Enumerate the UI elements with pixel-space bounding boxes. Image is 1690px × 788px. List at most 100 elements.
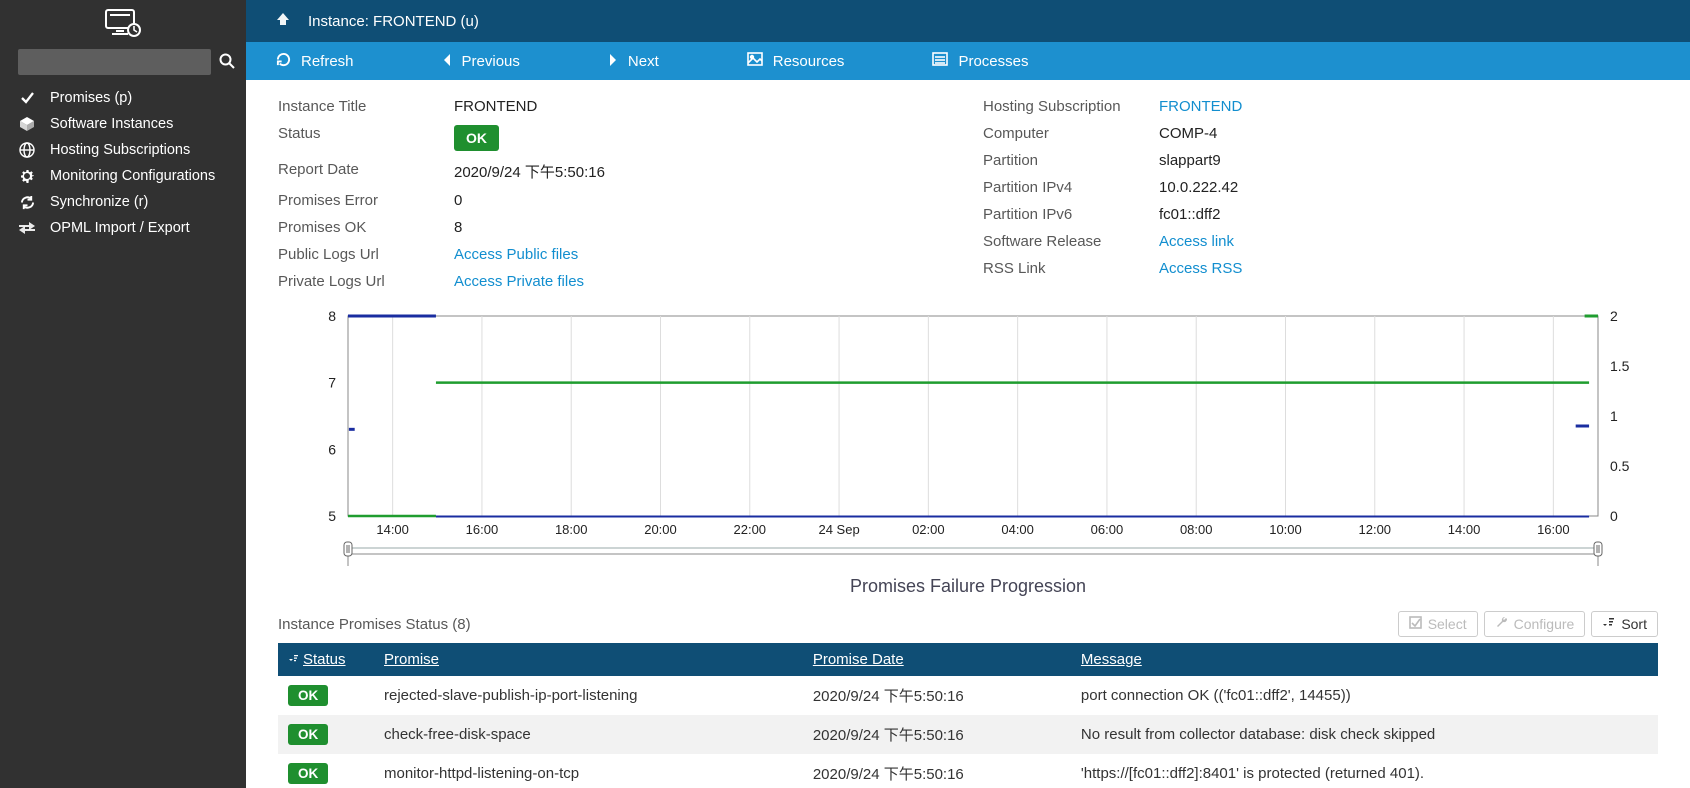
sidebar-item-label: Software Instances bbox=[50, 116, 173, 132]
info-link[interactable]: Access Private files bbox=[454, 273, 584, 290]
info-label: Partition IPv4 bbox=[983, 179, 1159, 196]
info-row: Partitionslappart9 bbox=[983, 152, 1658, 169]
info-label: Status bbox=[278, 125, 454, 151]
previous-button[interactable]: Previous bbox=[442, 53, 520, 70]
info-label: Software Release bbox=[983, 233, 1159, 250]
status-badge: OK bbox=[288, 685, 328, 706]
info-label: Instance Title bbox=[278, 98, 454, 115]
col-message[interactable]: Message bbox=[1071, 643, 1658, 676]
refresh-icon bbox=[276, 52, 291, 71]
cell-date: 2020/9/24 下午5:50:16 bbox=[803, 754, 1071, 788]
info-link[interactable]: Access link bbox=[1159, 233, 1234, 250]
info-row: Partition IPv410.0.222.42 bbox=[983, 179, 1658, 196]
cell-promise: check-free-disk-space bbox=[374, 715, 803, 754]
status-badge: OK bbox=[288, 763, 328, 784]
svg-text:18:00: 18:00 bbox=[555, 522, 588, 537]
info-value: fc01::dff2 bbox=[1159, 206, 1220, 223]
sync-icon bbox=[18, 195, 36, 210]
info-label: Promises OK bbox=[278, 219, 454, 236]
checkbox-icon bbox=[1409, 616, 1422, 632]
info-value: 8 bbox=[454, 219, 462, 236]
up-icon[interactable] bbox=[276, 12, 290, 30]
search-input[interactable] bbox=[18, 49, 211, 75]
sort-asc-icon bbox=[288, 651, 299, 668]
info-label: Report Date bbox=[278, 161, 454, 182]
info-link[interactable]: Access Public files bbox=[454, 246, 578, 263]
sidebar-item-label: Hosting Subscriptions bbox=[50, 142, 190, 158]
table-row[interactable]: OKcheck-free-disk-space2020/9/24 下午5:50:… bbox=[278, 715, 1658, 754]
col-promise[interactable]: Promise bbox=[374, 643, 803, 676]
svg-text:14:00: 14:00 bbox=[376, 522, 409, 537]
info-link[interactable]: FRONTEND bbox=[1159, 98, 1242, 115]
main: Instance: FRONTEND (u) Refresh Previous … bbox=[246, 0, 1690, 788]
svg-text:1.5: 1.5 bbox=[1610, 358, 1630, 374]
sort-button[interactable]: Sort bbox=[1591, 611, 1658, 637]
promises-chart: 14:0016:0018:0020:0022:0024 Sep02:0004:0… bbox=[278, 306, 1658, 597]
svg-text:02:00: 02:00 bbox=[912, 522, 945, 537]
info-row: ComputerCOMP-4 bbox=[983, 125, 1658, 142]
svg-text:1: 1 bbox=[1610, 408, 1618, 424]
info-value: slappart9 bbox=[1159, 152, 1221, 169]
info-value: 0 bbox=[454, 192, 462, 209]
info-row: Promises OK8 bbox=[278, 219, 953, 236]
info-row: Report Date2020/9/24 下午5:50:16 bbox=[278, 161, 953, 182]
sidebar-item-opml-import-export[interactable]: OPML Import / Export bbox=[0, 215, 246, 241]
svg-text:16:00: 16:00 bbox=[1537, 522, 1570, 537]
info-row: Public Logs UrlAccess Public files bbox=[278, 246, 953, 263]
col-promise-date[interactable]: Promise Date bbox=[803, 643, 1071, 676]
info-right: Hosting SubscriptionFRONTEND ComputerCOMP… bbox=[983, 98, 1658, 300]
info-label: Promises Error bbox=[278, 192, 454, 209]
configure-button[interactable]: Configure bbox=[1484, 611, 1586, 637]
info-row: Software ReleaseAccess link bbox=[983, 233, 1658, 250]
promises-table: StatusPromisePromise DateMessage OK rejec… bbox=[278, 643, 1658, 788]
svg-text:0.5: 0.5 bbox=[1610, 458, 1630, 474]
swap-icon bbox=[18, 221, 36, 235]
info-row: Partition IPv6fc01::dff2 bbox=[983, 206, 1658, 223]
sidebar-item-synchronize-r[interactable]: Synchronize (r) bbox=[0, 189, 246, 215]
info-label: Partition IPv6 bbox=[983, 206, 1159, 223]
svg-text:20:00: 20:00 bbox=[644, 522, 677, 537]
status-badge: OK bbox=[454, 125, 499, 151]
resources-button[interactable]: Resources bbox=[747, 52, 845, 70]
chart-title: Promises Failure Progression bbox=[278, 576, 1658, 597]
svg-text:2: 2 bbox=[1610, 308, 1618, 324]
svg-text:0: 0 bbox=[1610, 508, 1618, 524]
info-row: RSS LinkAccess RSS bbox=[983, 260, 1658, 277]
svg-text:16:00: 16:00 bbox=[466, 522, 499, 537]
cube-icon bbox=[18, 116, 36, 132]
info-value: COMP-4 bbox=[1159, 125, 1217, 142]
cell-message: 'https://[fc01::dff2]:8401' is protected… bbox=[1071, 754, 1658, 788]
next-button[interactable]: Next bbox=[608, 53, 659, 70]
info-label: RSS Link bbox=[983, 260, 1159, 277]
caret-left-icon bbox=[442, 53, 452, 70]
cell-promise: monitor-httpd-listening-on-tcp bbox=[374, 754, 803, 788]
svg-text:7: 7 bbox=[328, 375, 336, 391]
processes-button[interactable]: Processes bbox=[932, 52, 1028, 70]
info-link[interactable]: Access RSS bbox=[1159, 260, 1242, 277]
sidebar-item-hosting-subscriptions[interactable]: Hosting Subscriptions bbox=[0, 137, 246, 163]
info-label: Partition bbox=[983, 152, 1159, 169]
col-status[interactable]: Status bbox=[278, 643, 374, 676]
info-value: 2020/9/24 下午5:50:16 bbox=[454, 164, 605, 181]
info-row: StatusOK bbox=[278, 125, 953, 151]
sidebar-item-software-instances[interactable]: Software Instances bbox=[0, 111, 246, 137]
cell-promise: rejected-slave-publish-ip-port-listening bbox=[374, 676, 803, 715]
info-left: Instance TitleFRONTENDStatusOKReport Dat… bbox=[278, 98, 953, 300]
breadcrumb: Instance: FRONTEND (u) bbox=[246, 0, 1690, 42]
table-row[interactable]: OK rejected-slave-publish-ip-port-listeni… bbox=[278, 676, 1658, 715]
refresh-button[interactable]: Refresh bbox=[276, 52, 354, 71]
search-icon[interactable] bbox=[219, 53, 235, 72]
caret-right-icon bbox=[608, 53, 618, 70]
cell-date: 2020/9/24 下午5:50:16 bbox=[803, 676, 1071, 715]
table-row[interactable]: OK monitor-httpd-listening-on-tcp2020/9/2… bbox=[278, 754, 1658, 788]
svg-text:22:00: 22:00 bbox=[734, 522, 767, 537]
svg-text:04:00: 04:00 bbox=[1001, 522, 1034, 537]
sidebar: Promises (p) Software Instances Hosting Su… bbox=[0, 0, 246, 788]
svg-text:08:00: 08:00 bbox=[1180, 522, 1213, 537]
sidebar-item-monitoring-configurations[interactable]: Monitoring Configurations bbox=[0, 163, 246, 189]
sidebar-item-promises-p[interactable]: Promises (p) bbox=[0, 85, 246, 111]
svg-text:14:00: 14:00 bbox=[1448, 522, 1481, 537]
svg-text:06:00: 06:00 bbox=[1091, 522, 1124, 537]
info-label: Hosting Subscription bbox=[983, 98, 1159, 115]
select-button[interactable]: Select bbox=[1398, 611, 1478, 637]
